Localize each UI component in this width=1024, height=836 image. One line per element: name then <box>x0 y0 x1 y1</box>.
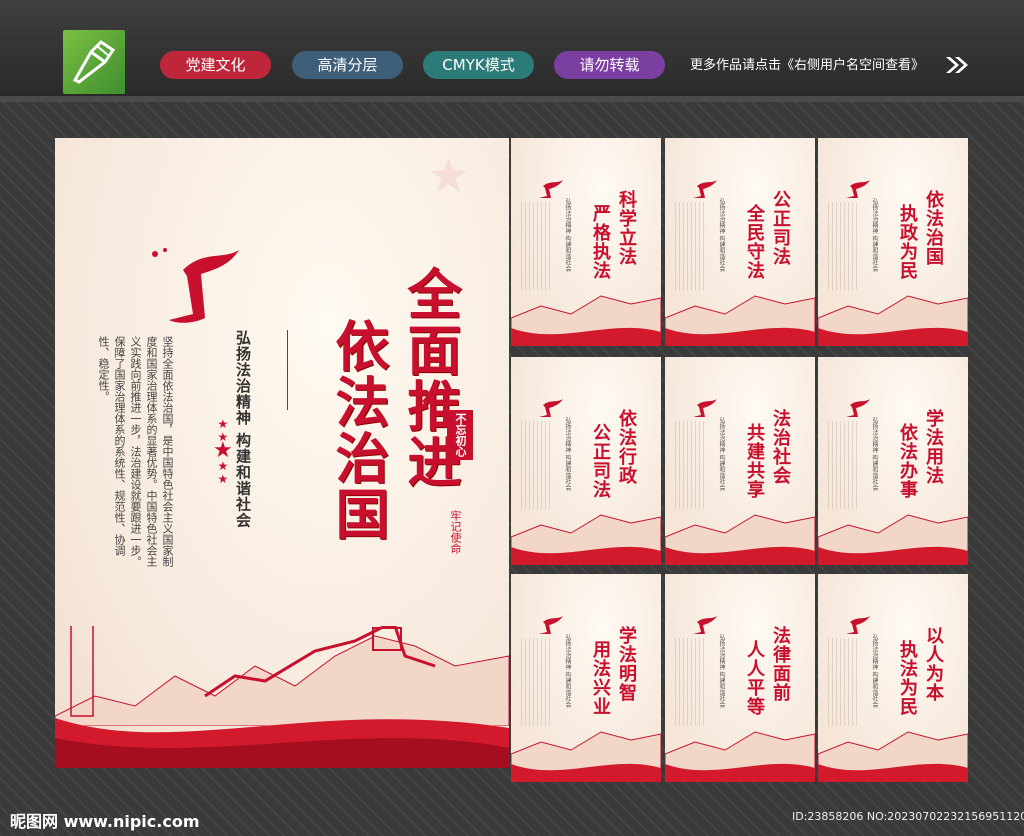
stars-icon: ★ ★ ★ ★ ★ <box>213 417 233 486</box>
red-ribbon-wave <box>55 718 509 768</box>
red-ribbon-wave <box>818 295 968 346</box>
main-poster: ★ 全面推进 依法治国 弘扬法治精神 构建和谐社会 ★ ★ ★ ★ ★ 坚持全面依法治国… <box>55 138 509 768</box>
card-title-line1: 依法行政 <box>616 409 637 485</box>
card-title-line1: 法治社会 <box>770 409 791 485</box>
card-title-line1: 以人为本 <box>923 626 944 702</box>
more-works-link[interactable]: 更多作品请点击《右侧用户名空间查看》 <box>690 54 924 73</box>
card-title-line1: 依法治国 <box>923 190 944 266</box>
red-ribbon-wave <box>511 731 661 782</box>
red-ribbon-wave <box>818 731 968 782</box>
card-text-lines <box>675 638 705 726</box>
card-title-line2: 共建共享 <box>744 423 765 499</box>
tag-cmyk[interactable]: CMYK模式 <box>423 51 534 79</box>
card-subtitle: 弘扬法治精神 构建和谐社会 <box>564 417 571 491</box>
card-title-line1: 公正司法 <box>770 190 791 266</box>
tag-party-culture[interactable]: 党建文化 <box>160 51 271 79</box>
card-subtitle: 弘扬法治精神 构建和谐社会 <box>718 198 725 272</box>
red-ribbon-wave <box>511 295 661 346</box>
china-dream-logo <box>846 399 870 417</box>
china-dream-logo <box>539 616 563 634</box>
card-subtitle: 弘扬法治精神 构建和谐社会 <box>564 198 571 272</box>
poster-card-6: 学法用法 依法办事 弘扬法治精神 构建和谐社会 <box>818 357 968 565</box>
double-chevron-right-icon[interactable] <box>944 56 970 74</box>
card-subtitle: 弘扬法治精神 构建和谐社会 <box>564 634 571 708</box>
card-text-lines <box>828 421 858 509</box>
china-dream-logo <box>539 399 563 417</box>
red-ribbon-wave <box>665 514 815 565</box>
card-title-line2: 依法办事 <box>897 423 918 499</box>
red-ribbon-wave <box>665 295 815 346</box>
card-title-line1: 科学立法 <box>616 190 637 266</box>
image-id-text: ID:23858206 NO:20230702232156951120 <box>792 810 1024 823</box>
stamp-badge: 不忘初心 <box>447 410 473 460</box>
card-text-lines <box>828 202 858 290</box>
top-bar-divider <box>0 96 1024 102</box>
card-subtitle: 弘扬法治精神 构建和谐社会 <box>871 634 878 708</box>
china-dream-logo <box>846 616 870 634</box>
card-subtitle: 弘扬法治精神 构建和谐社会 <box>871 417 878 491</box>
poster-card-8: 法律面前 人人平等 弘扬法治精神 构建和谐社会 <box>665 574 815 782</box>
red-ribbon-wave <box>818 514 968 565</box>
card-subtitle: 弘扬法治精神 构建和谐社会 <box>718 417 725 491</box>
poster-card-3: 依法治国 执政为民 弘扬法治精神 构建和谐社会 <box>818 138 968 346</box>
poster-card-2: 公正司法 全民守法 弘扬法治精神 构建和谐社会 <box>665 138 815 346</box>
card-title-line1: 法律面前 <box>770 626 791 702</box>
china-dream-logo <box>693 616 717 634</box>
poster-body-text: 坚持全面依法治国，是中国特色社会主义国家制度和国家治理体系的显著优势。中国特色社… <box>97 336 174 567</box>
card-text-lines <box>521 638 551 726</box>
card-title-line2: 执法为民 <box>897 640 918 716</box>
card-title-line2: 用法兴业 <box>590 640 611 716</box>
card-title-line1: 学法明智 <box>616 626 637 702</box>
tag-no-repost[interactable]: 请勿转载 <box>554 51 665 79</box>
poster-title-line2: 依法治国 <box>326 318 390 542</box>
china-dream-logo <box>152 248 239 323</box>
card-title-line2: 执政为民 <box>897 204 918 280</box>
card-text-lines <box>521 202 551 290</box>
pen-nib-icon <box>72 40 116 84</box>
tag-hd-layers[interactable]: 高清分层 <box>292 51 403 79</box>
card-title-line1: 学法用法 <box>923 409 944 485</box>
card-subtitle: 弘扬法治精神 构建和谐社会 <box>718 634 725 708</box>
poster-subtitle: 弘扬法治精神 构建和谐社会 <box>234 330 252 529</box>
card-text-lines <box>675 421 705 509</box>
card-title-line2: 公正司法 <box>590 423 611 499</box>
top-bar <box>0 0 1024 96</box>
poster-card-5: 法治社会 共建共享 弘扬法治精神 构建和谐社会 <box>665 357 815 565</box>
card-title-line2: 严格执法 <box>590 204 611 280</box>
site-watermark: 昵图网 www.nipic.com <box>10 812 200 831</box>
card-title-line2: 全民守法 <box>744 204 765 280</box>
red-ribbon-wave <box>665 731 815 782</box>
star-decoration-icon: ★ <box>427 148 471 204</box>
card-text-lines <box>521 421 551 509</box>
china-dream-logo <box>693 399 717 417</box>
poster-card-1: 科学立法 严格执法 弘扬法治精神 构建和谐社会 <box>511 138 661 346</box>
card-text-lines <box>828 638 858 726</box>
brand-logo[interactable] <box>63 30 125 94</box>
poster-card-7: 学法明智 用法兴业 弘扬法治精神 构建和谐社会 <box>511 574 661 782</box>
card-subtitle: 弘扬法治精神 构建和谐社会 <box>871 198 878 272</box>
divider-line <box>287 330 288 410</box>
card-title-line2: 人人平等 <box>744 640 765 716</box>
card-text-lines <box>675 202 705 290</box>
china-dream-logo <box>846 180 870 198</box>
red-ribbon-wave <box>511 514 661 565</box>
stamp-text: 牢记使命 <box>449 510 462 554</box>
poster-card-9: 以人为本 执法为民 弘扬法治精神 构建和谐社会 <box>818 574 968 782</box>
poster-card-4: 依法行政 公正司法 弘扬法治精神 构建和谐社会 <box>511 357 661 565</box>
china-dream-logo <box>539 180 563 198</box>
china-dream-logo <box>693 180 717 198</box>
